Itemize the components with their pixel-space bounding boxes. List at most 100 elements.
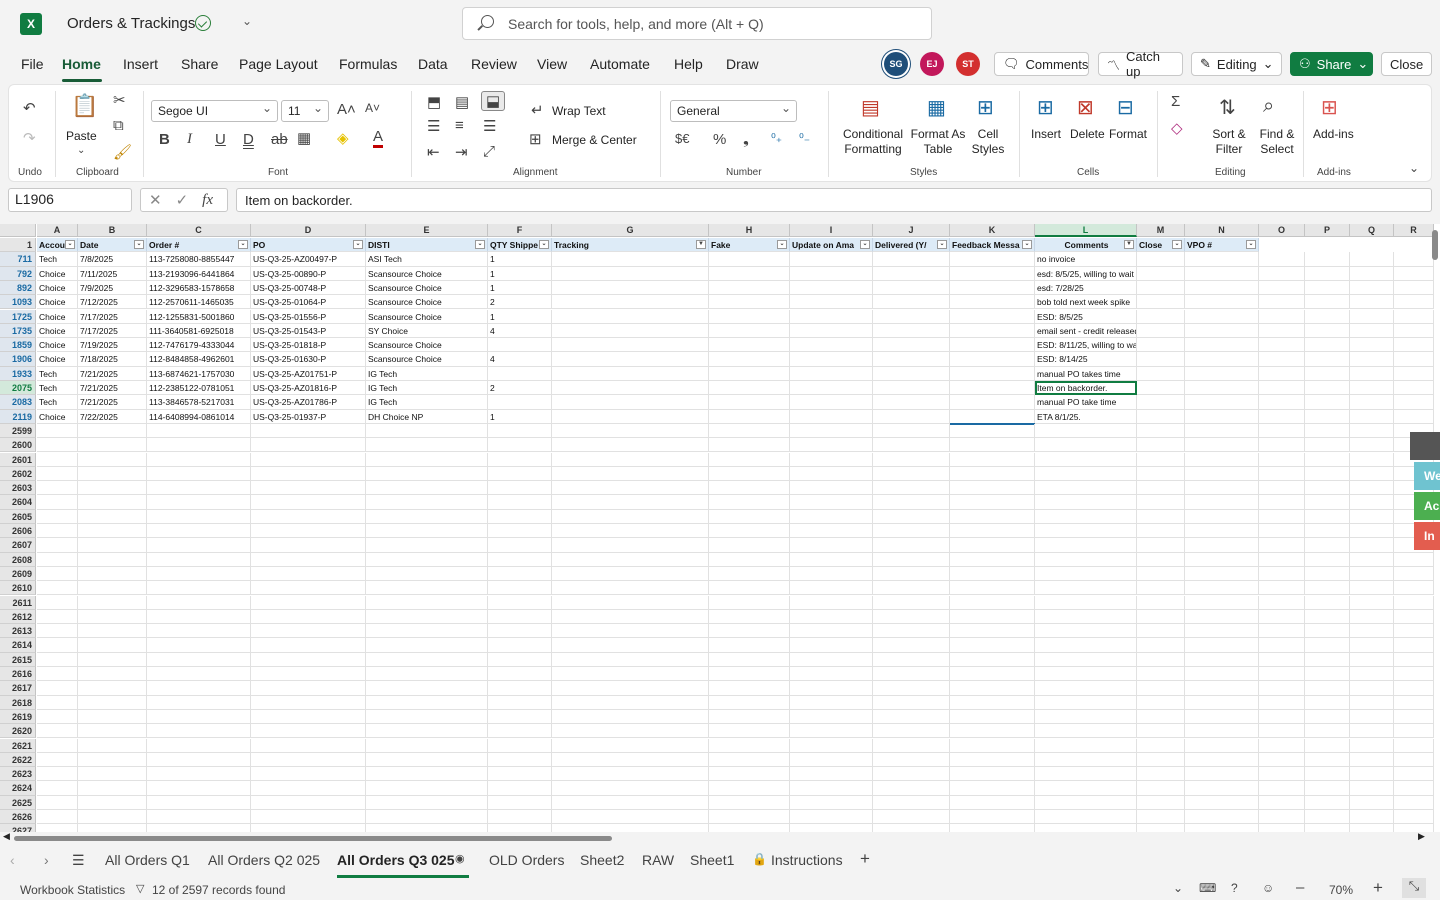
table-cell[interactable] [950,395,1035,410]
empty-cell[interactable] [366,552,488,567]
filter-dropdown-icon[interactable]: ⌄ [65,240,75,249]
empty-cell[interactable] [251,452,366,467]
empty-cell[interactable] [552,552,709,567]
empty-cell[interactable] [78,752,147,768]
empty-cell[interactable] [78,566,147,582]
empty-cell[interactable] [1259,381,1305,396]
empty-cell[interactable] [251,824,366,832]
empty-cell[interactable] [1035,609,1137,625]
table-cell[interactable]: 1 [488,266,552,281]
empty-cell[interactable] [37,438,78,453]
table-cell[interactable] [950,381,1035,396]
empty-cell[interactable] [1035,438,1137,453]
table-cell[interactable] [1137,409,1185,424]
empty-cell[interactable] [1259,438,1305,453]
empty-cell[interactable] [552,438,709,453]
empty-cell[interactable] [1350,381,1394,396]
empty-cell[interactable] [147,652,251,667]
empty-cell[interactable] [1185,638,1259,653]
empty-cell[interactable] [1035,638,1137,653]
table-cell[interactable]: US-Q3-25-01064-P [251,295,366,310]
table-cell[interactable] [1137,352,1185,367]
empty-cell[interactable] [1350,309,1394,324]
empty-cell[interactable] [147,624,251,639]
table-cell[interactable] [873,395,950,410]
empty-cell[interactable] [1350,638,1394,653]
empty-cell[interactable] [790,810,873,825]
empty-cell[interactable] [251,624,366,639]
empty-cell[interactable] [790,524,873,539]
empty-cell[interactable] [1035,752,1137,768]
empty-cell[interactable] [37,509,78,524]
empty-cell[interactable] [1137,581,1185,596]
empty-cell[interactable] [1350,767,1394,782]
empty-cell[interactable] [709,709,790,725]
table-cell[interactable] [709,323,790,339]
table-cell[interactable]: 1 [488,409,552,424]
empty-cell[interactable] [552,609,709,625]
table-cell[interactable] [709,409,790,424]
empty-cell[interactable] [37,595,78,610]
row-header[interactable]: 711 [0,252,36,267]
table-cell[interactable]: esd: 8/5/25, willing to wait [1035,266,1137,281]
table-cell[interactable] [1185,366,1259,381]
empty-cell[interactable] [366,524,488,539]
side-panel-tab[interactable]: We [1414,462,1440,490]
menu-home[interactable]: Home [62,56,101,72]
table-cell[interactable] [552,366,709,381]
empty-cell[interactable] [251,752,366,768]
empty-cell[interactable] [552,595,709,610]
column-header[interactable]: C [147,224,251,237]
empty-cell[interactable] [37,810,78,825]
empty-cell[interactable] [1305,495,1350,510]
empty-cell[interactable] [1035,652,1137,667]
empty-cell[interactable] [552,667,709,682]
empty-cell[interactable] [1305,295,1350,310]
empty-cell[interactable] [78,795,147,810]
table-header-cell[interactable]: Close ⌄ [1137,238,1185,253]
empty-cell[interactable] [1035,481,1137,496]
empty-cell[interactable] [251,767,366,782]
empty-cell[interactable] [251,538,366,553]
underline-icon[interactable]: U [215,131,226,148]
table-cell[interactable] [950,338,1035,353]
empty-cell[interactable] [1185,681,1259,696]
empty-cell[interactable] [488,566,552,582]
conditional-formatting-button[interactable]: Conditional Formatting [837,127,909,157]
empty-cell[interactable] [488,709,552,725]
column-header[interactable]: O [1259,224,1305,237]
empty-cell[interactable] [950,781,1035,796]
empty-cell[interactable] [790,438,873,453]
empty-cell[interactable] [790,795,873,810]
table-cell[interactable]: US-Q3-25-AZ01751-P [251,366,366,381]
empty-cell[interactable] [1259,609,1305,625]
empty-cell[interactable] [251,524,366,539]
table-cell[interactable] [1185,352,1259,367]
empty-cell[interactable] [78,595,147,610]
table-cell[interactable]: 1 [488,309,552,324]
avatar[interactable]: SG [884,52,908,76]
prev-sheet-icon[interactable]: ‹ [10,852,15,868]
empty-cell[interactable] [488,423,552,439]
empty-cell[interactable] [1185,552,1259,567]
table-cell[interactable] [950,409,1035,424]
table-cell[interactable] [873,352,950,367]
table-header-cell[interactable]: DISTI ⌄ [366,238,488,253]
table-cell[interactable] [552,381,709,396]
table-cell[interactable]: 2 [488,381,552,396]
empty-cell[interactable] [1137,509,1185,524]
empty-cell[interactable] [366,738,488,753]
empty-cell[interactable] [251,566,366,582]
table-cell[interactable]: 7/18/2025 [78,352,147,367]
empty-cell[interactable] [873,709,950,725]
empty-cell[interactable] [1259,524,1305,539]
empty-cell[interactable] [950,595,1035,610]
table-cell[interactable] [552,323,709,339]
empty-cell[interactable] [1259,295,1305,310]
empty-cell[interactable] [366,538,488,553]
empty-cell[interactable] [950,709,1035,725]
empty-cell[interactable] [950,738,1035,753]
sort-filter-button[interactable]: Sort & Filter [1207,127,1251,157]
table-cell[interactable] [873,338,950,353]
table-cell[interactable] [1185,323,1259,339]
